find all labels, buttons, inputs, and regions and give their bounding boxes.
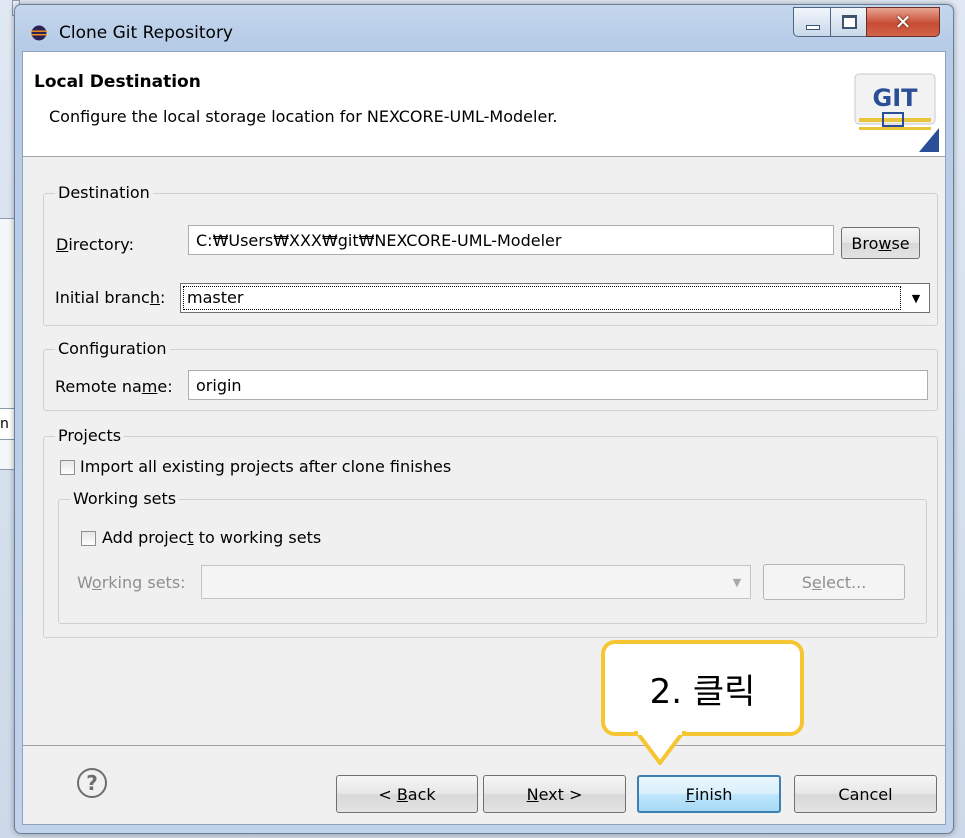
projects-group-label: Projects	[55, 426, 125, 445]
window-title: Clone Git Repository	[59, 23, 233, 43]
select-working-sets-button[interactable]: Se lect...	[763, 564, 905, 600]
dialog-client-area: Local Destination Configure the local st…	[22, 51, 946, 825]
help-icon[interactable]: ?	[77, 768, 107, 798]
browse-button[interactable]: Bro w se	[841, 227, 920, 259]
initial-branch-value: master	[183, 286, 901, 310]
configuration-group-label: Configuration	[55, 339, 170, 358]
working-sets-label: Working sets:	[77, 573, 186, 592]
import-projects-checkbox[interactable]	[60, 460, 75, 475]
initial-branch-select[interactable]: master ▼	[180, 283, 930, 313]
working-sets-group	[58, 499, 927, 624]
minimize-icon	[805, 24, 820, 30]
background-tab-label: n	[0, 416, 9, 432]
cancel-button[interactable]: Cancel	[794, 775, 937, 813]
directory-label: Directory:	[56, 235, 134, 254]
close-button[interactable]: ✕	[866, 7, 940, 37]
finish-button[interactable]: Finish	[637, 775, 781, 813]
working-sets-select[interactable]: ▼	[201, 565, 751, 599]
next-button[interactable]: Next >	[483, 775, 626, 813]
page-title: Local Destination	[34, 72, 201, 92]
import-projects-label: Import all existing projects after clone…	[80, 457, 452, 476]
git-logo-icon: GIT	[854, 73, 939, 152]
back-button[interactable]: < Back	[336, 775, 478, 813]
svg-text:GIT: GIT	[873, 84, 919, 112]
eclipse-icon	[31, 25, 47, 41]
maximize-icon	[841, 15, 857, 29]
annotation-callout: 2. 클릭	[601, 640, 804, 736]
close-icon: ✕	[894, 10, 912, 34]
wizard-header: Local Destination Configure the local st…	[23, 52, 945, 157]
page-description: Configure the local storage location for…	[49, 107, 558, 126]
add-to-working-sets-checkbox[interactable]	[81, 531, 96, 546]
remote-name-label: Remote name:	[55, 377, 173, 396]
add-to-working-sets-label: Add project to working sets	[102, 528, 322, 547]
maximize-button[interactable]	[830, 7, 868, 37]
directory-input[interactable]: C:₩Users₩XXX₩git₩NEXCORE-UML-Modeler	[188, 225, 834, 255]
clone-git-repository-dialog: Clone Git Repository ✕ Local Destination…	[14, 4, 954, 834]
title-bar[interactable]: Clone Git Repository ✕	[15, 5, 953, 51]
callout-pointer	[634, 731, 686, 765]
chevron-down-icon[interactable]: ▼	[724, 566, 750, 598]
initial-branch-label: Initial branch:	[55, 288, 166, 307]
chevron-down-icon[interactable]: ▼	[903, 284, 929, 312]
minimize-button[interactable]	[793, 7, 832, 37]
destination-group-label: Destination	[55, 183, 153, 202]
working-sets-group-label: Working sets	[70, 489, 180, 508]
footer-separator	[23, 745, 945, 746]
remote-name-input[interactable]: origin	[188, 370, 928, 400]
